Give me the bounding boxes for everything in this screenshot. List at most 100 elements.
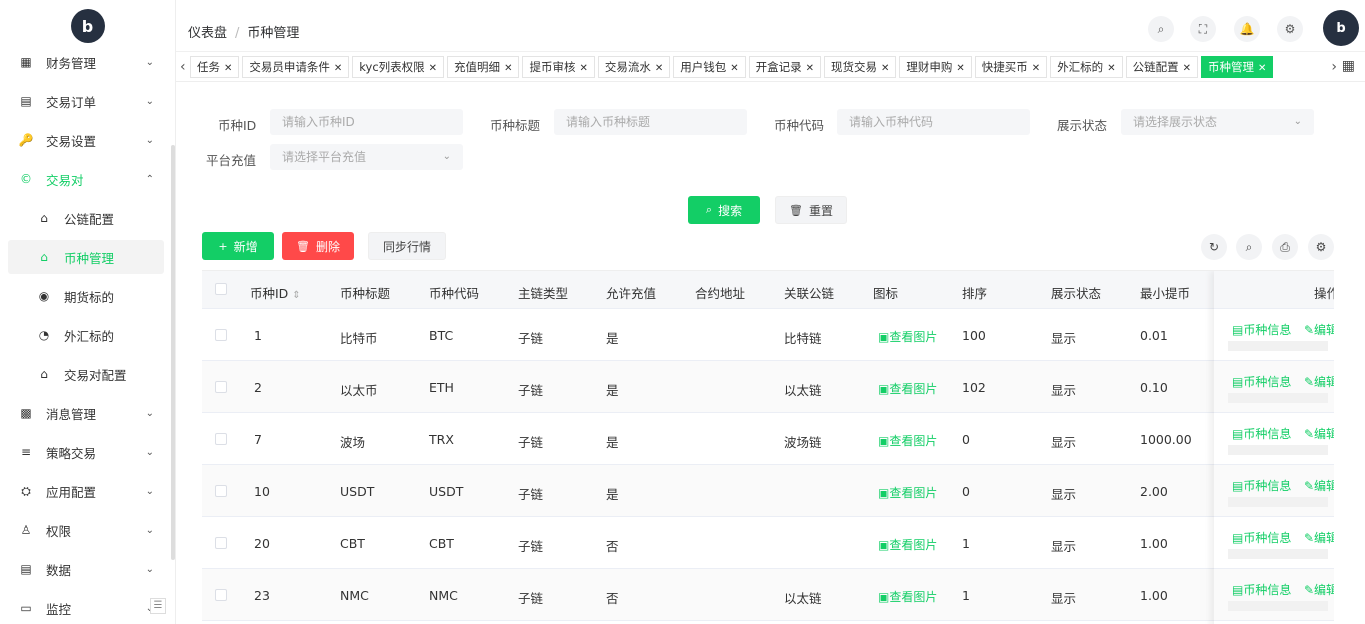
view-image-link[interactable]: ▣查看图片 [878, 588, 937, 605]
close-icon[interactable]: ✕ [1183, 63, 1191, 74]
coin-id-input[interactable]: 请输入币种ID [270, 109, 463, 135]
view-image-link[interactable]: ▣查看图片 [878, 484, 937, 501]
close-icon[interactable]: ✕ [956, 63, 964, 74]
view-image-link[interactable]: ▣查看图片 [878, 432, 937, 449]
sync-market-button[interactable]: 同步行情 [368, 232, 446, 260]
print-icon[interactable]: ⎙ [1272, 234, 1298, 260]
close-icon[interactable]: ✕ [806, 63, 814, 74]
sidebar-item-trade-settings[interactable]: 🔑 交易设置 ⌄ [8, 123, 164, 157]
row-checkbox[interactable] [215, 433, 227, 445]
sidebar-item-finance[interactable]: ▦ 财务管理 ⌄ [8, 45, 164, 79]
row-checkbox[interactable] [215, 485, 227, 497]
table-row[interactable]: 7 波场 TRX 子链 是 波场链 ▣查看图片 0 显示 1000.00 [202, 413, 1334, 465]
edit-link[interactable]: ✎编辑 [1304, 425, 1334, 442]
table-row[interactable]: 10 USDT USDT 子链 是 ▣查看图片 0 显示 2.00 [202, 465, 1334, 517]
tab-tag[interactable]: 现货交易 ✕ [824, 56, 897, 78]
edit-link[interactable]: ✎编辑 [1304, 529, 1334, 546]
row-checkbox[interactable] [215, 537, 227, 549]
close-icon[interactable]: ✕ [504, 63, 512, 74]
close-icon[interactable]: ✕ [224, 63, 232, 74]
tab-tag[interactable]: 交易流水 ✕ [597, 56, 671, 78]
table-row[interactable]: 20 CBT CBT 子链 否 ▣查看图片 1 显示 1.00 [202, 517, 1334, 569]
tab-tag[interactable]: 外汇标的 ✕ [1050, 56, 1123, 78]
add-button[interactable]: + 新增 [202, 232, 274, 260]
row-checkbox[interactable] [215, 589, 227, 601]
view-image-link[interactable]: ▣查看图片 [878, 328, 937, 345]
header-search-icon[interactable]: ⌕ [1148, 16, 1174, 42]
close-icon[interactable]: ✕ [730, 63, 738, 74]
breadcrumb-home[interactable]: 仪表盘 [188, 26, 227, 41]
coin-title-input[interactable]: 请输入币种标题 [554, 109, 747, 135]
close-icon[interactable]: ✕ [1032, 63, 1040, 74]
coin-info-link[interactable]: ▤币种信息 [1232, 321, 1291, 338]
tab-tag[interactable]: 公链配置 ✕ [1125, 56, 1198, 78]
tab-tag[interactable]: kyc列表权限 ✕ [352, 56, 445, 78]
row-checkbox[interactable] [215, 381, 227, 393]
close-icon[interactable]: ✕ [429, 63, 437, 74]
edit-link[interactable]: ✎编辑 [1304, 321, 1334, 338]
tags-grid-icon[interactable]: ▦ [1342, 58, 1355, 74]
search-button[interactable]: ⌕ 搜索 [688, 196, 760, 224]
sidebar-item-permissions[interactable]: ♙ 权限 ⌄ [8, 513, 164, 547]
coin-info-link[interactable]: ▤币种信息 [1232, 373, 1291, 390]
tags-scroll-left-icon[interactable]: ‹ [180, 59, 186, 75]
close-icon[interactable]: ✕ [655, 63, 663, 74]
sidebar-collapse-icon[interactable]: ☰ [150, 598, 166, 614]
header-settings-icon[interactable]: ⚙ [1277, 16, 1303, 42]
edit-link[interactable]: ✎编辑 [1304, 581, 1334, 598]
select-all-checkbox[interactable] [215, 283, 227, 295]
display-status-select[interactable]: 请选择展示状态 ⌄ [1121, 109, 1314, 135]
sidebar-item-forex[interactable]: ◔ 外汇标的 [8, 318, 164, 352]
fullscreen-icon[interactable]: ⛶ [1190, 16, 1216, 42]
sidebar-item-data[interactable]: ▤ 数据 ⌄ [8, 552, 164, 586]
tab-tag[interactable]: 交易员申请条件 ✕ [242, 56, 350, 78]
table-row[interactable]: 23 NMC NMC 子链 否 以太链 ▣查看图片 1 显示 1.00 [202, 569, 1334, 621]
coin-info-link[interactable]: ▤币种信息 [1232, 581, 1291, 598]
column-settings-icon[interactable]: ⚙ [1308, 234, 1334, 260]
delete-button[interactable]: 🗑 删除 [282, 232, 354, 260]
toggle-search-icon[interactable]: ⌕ [1236, 234, 1262, 260]
table-row[interactable]: 1 比特币 BTC 子链 是 比特链 ▣查看图片 100 显示 0.01 [202, 309, 1334, 361]
sidebar-item-messages[interactable]: ▩ 消息管理 ⌄ [8, 396, 164, 430]
sidebar-item-trading-pairs[interactable]: © 交易对 ⌃ [8, 162, 164, 196]
tab-tag[interactable]: 提币审核 ✕ [522, 56, 595, 78]
sidebar-item-strategy[interactable]: ≡ 策略交易 ⌄ [8, 435, 164, 469]
tab-tag[interactable]: 币种管理 ✕ [1200, 56, 1274, 78]
sidebar-item-pair-config[interactable]: ⌂ 交易对配置 [8, 357, 164, 391]
close-icon[interactable]: ✕ [1107, 63, 1115, 74]
sidebar-item-public-chain[interactable]: ⌂ 公链配置 [8, 201, 164, 235]
refresh-icon[interactable]: ↻ [1201, 234, 1227, 260]
row-checkbox[interactable] [215, 329, 227, 341]
sidebar-item-futures[interactable]: ◉ 期货标的 [8, 279, 164, 313]
tab-tag[interactable]: 充值明细 ✕ [447, 56, 520, 78]
tab-tag[interactable]: 任务 ✕ [190, 56, 240, 78]
sort-icon[interactable]: ⇕ [292, 290, 300, 301]
sidebar-item-coin-management[interactable]: ⌂ 币种管理 [8, 240, 164, 274]
close-icon[interactable]: ✕ [881, 63, 889, 74]
sidebar-item-orders[interactable]: ▤ 交易订单 ⌄ [8, 84, 164, 118]
bell-icon[interactable]: 🔔 [1234, 16, 1260, 42]
coin-info-link[interactable]: ▤币种信息 [1232, 529, 1291, 546]
coin-info-link[interactable]: ▤币种信息 [1232, 477, 1291, 494]
sidebar-scrollbar[interactable] [171, 145, 175, 560]
coin-code-input[interactable]: 请输入币种代码 [837, 109, 1030, 135]
avatar[interactable]: b [1323, 10, 1359, 46]
platform-recharge-select[interactable]: 请选择平台充值 ⌄ [270, 144, 463, 170]
view-image-link[interactable]: ▣查看图片 [878, 380, 937, 397]
table-row[interactable]: 2 以太币 ETH 子链 是 以太链 ▣查看图片 102 显示 0.10 [202, 361, 1334, 413]
edit-link[interactable]: ✎编辑 [1304, 373, 1334, 390]
view-image-link[interactable]: ▣查看图片 [878, 536, 937, 553]
edit-link[interactable]: ✎编辑 [1304, 477, 1334, 494]
tab-tag[interactable]: 用户钱包 ✕ [673, 56, 746, 78]
reset-button[interactable]: 🗑 重置 [775, 196, 847, 224]
tags-scroll-right-icon[interactable]: › [1331, 59, 1337, 75]
tab-tag[interactable]: 快捷买币 ✕ [974, 56, 1048, 78]
tab-tag[interactable]: 理财申购 ✕ [899, 56, 972, 78]
close-icon[interactable]: ✕ [334, 63, 342, 74]
close-icon[interactable]: ✕ [1258, 63, 1266, 74]
tab-tag[interactable]: 开盒记录 ✕ [748, 56, 822, 78]
sidebar-item-monitor[interactable]: ▭监控⌄ [8, 591, 164, 624]
coin-info-link[interactable]: ▤币种信息 [1232, 425, 1291, 442]
sidebar-item-app-config[interactable]: ⛭ 应用配置 ⌄ [8, 474, 164, 508]
close-icon[interactable]: ✕ [579, 63, 587, 74]
